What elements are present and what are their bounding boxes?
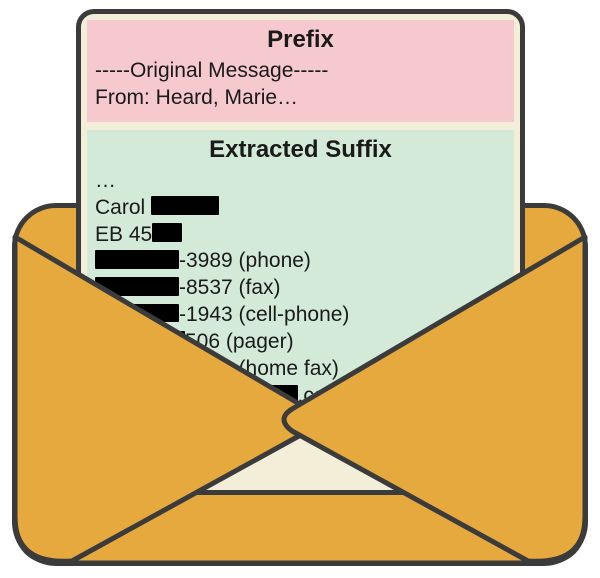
redaction-bar [152,223,182,241]
redaction-bar [95,331,185,349]
suffix-fax-tail: -8537 (fax) [179,276,281,299]
paper-card: Prefix -----Original Message----- From: … [76,9,525,495]
redaction-bar [95,250,179,268]
suffix-name-line: Carol [95,195,506,222]
prefix-line: From: Heard, Marie… [95,85,506,112]
suffix-homefax-tail: -8862 (home fax) [179,357,339,380]
email-part: @ [216,384,237,407]
suffix-email-line: carol..@.com [95,383,506,410]
redaction-bar [151,196,219,214]
prefix-line: -----Original Message----- [95,58,506,85]
suffix-ellipsis: … [95,168,506,195]
redaction-bar [95,304,179,322]
suffix-eb-line: EB 45 [95,222,506,249]
redaction-bar [95,277,179,295]
redaction-bar [146,385,164,403]
suffix-pager-tail: 506 (pager) [185,330,294,353]
prefix-section: Prefix -----Original Message----- From: … [87,20,514,122]
prefix-title: Prefix [95,26,506,54]
suffix-name-prefix: Carol [95,196,151,219]
suffix-pager-line: 506 (pager) [95,329,506,356]
suffix-cell-line: -1943 (cell-phone) [95,302,506,329]
suffix-eb-prefix: EB 45 [95,223,152,246]
figure-root: Prefix -----Original Message----- From: … [0,0,600,578]
redaction-bar [170,385,216,403]
redaction-bar [238,385,298,403]
email-part: .com [298,384,344,407]
suffix-cell-tail: -1943 (cell-phone) [179,303,349,326]
redaction-bar [95,358,179,376]
suffix-phone-tail: -3989 (phone) [179,249,311,272]
suffix-section: Extracted Suffix … Carol EB 45 -3989 (ph… [87,130,514,418]
email-part: carol. [95,384,146,407]
suffix-homefax-line: -8862 (home fax) [95,356,506,383]
suffix-fax-line: -8537 (fax) [95,275,506,302]
suffix-phone-line: -3989 (phone) [95,248,506,275]
suffix-title: Extracted Suffix [95,136,506,164]
